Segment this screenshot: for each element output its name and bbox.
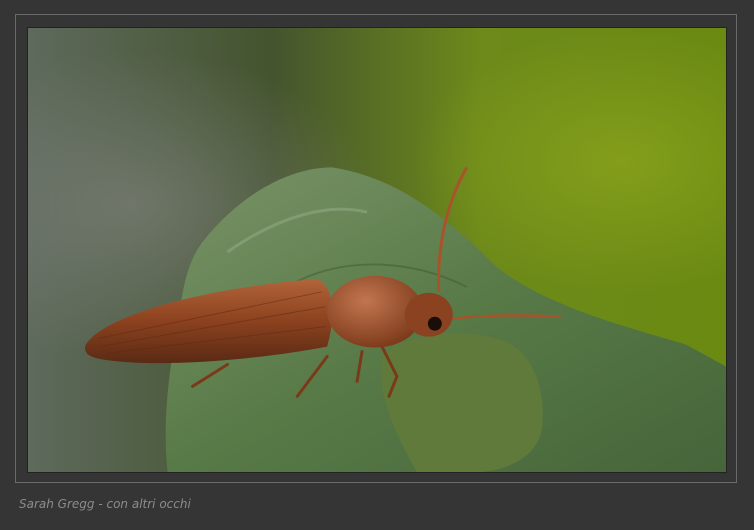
beetle-head	[404, 292, 453, 337]
beetle-eye	[427, 316, 442, 331]
photo-caption: Sarah Gregg - con altri occhi	[19, 497, 191, 511]
leaf-hole	[381, 333, 543, 472]
macro-photo	[27, 27, 727, 473]
beetle-photo-illustration	[28, 28, 726, 472]
